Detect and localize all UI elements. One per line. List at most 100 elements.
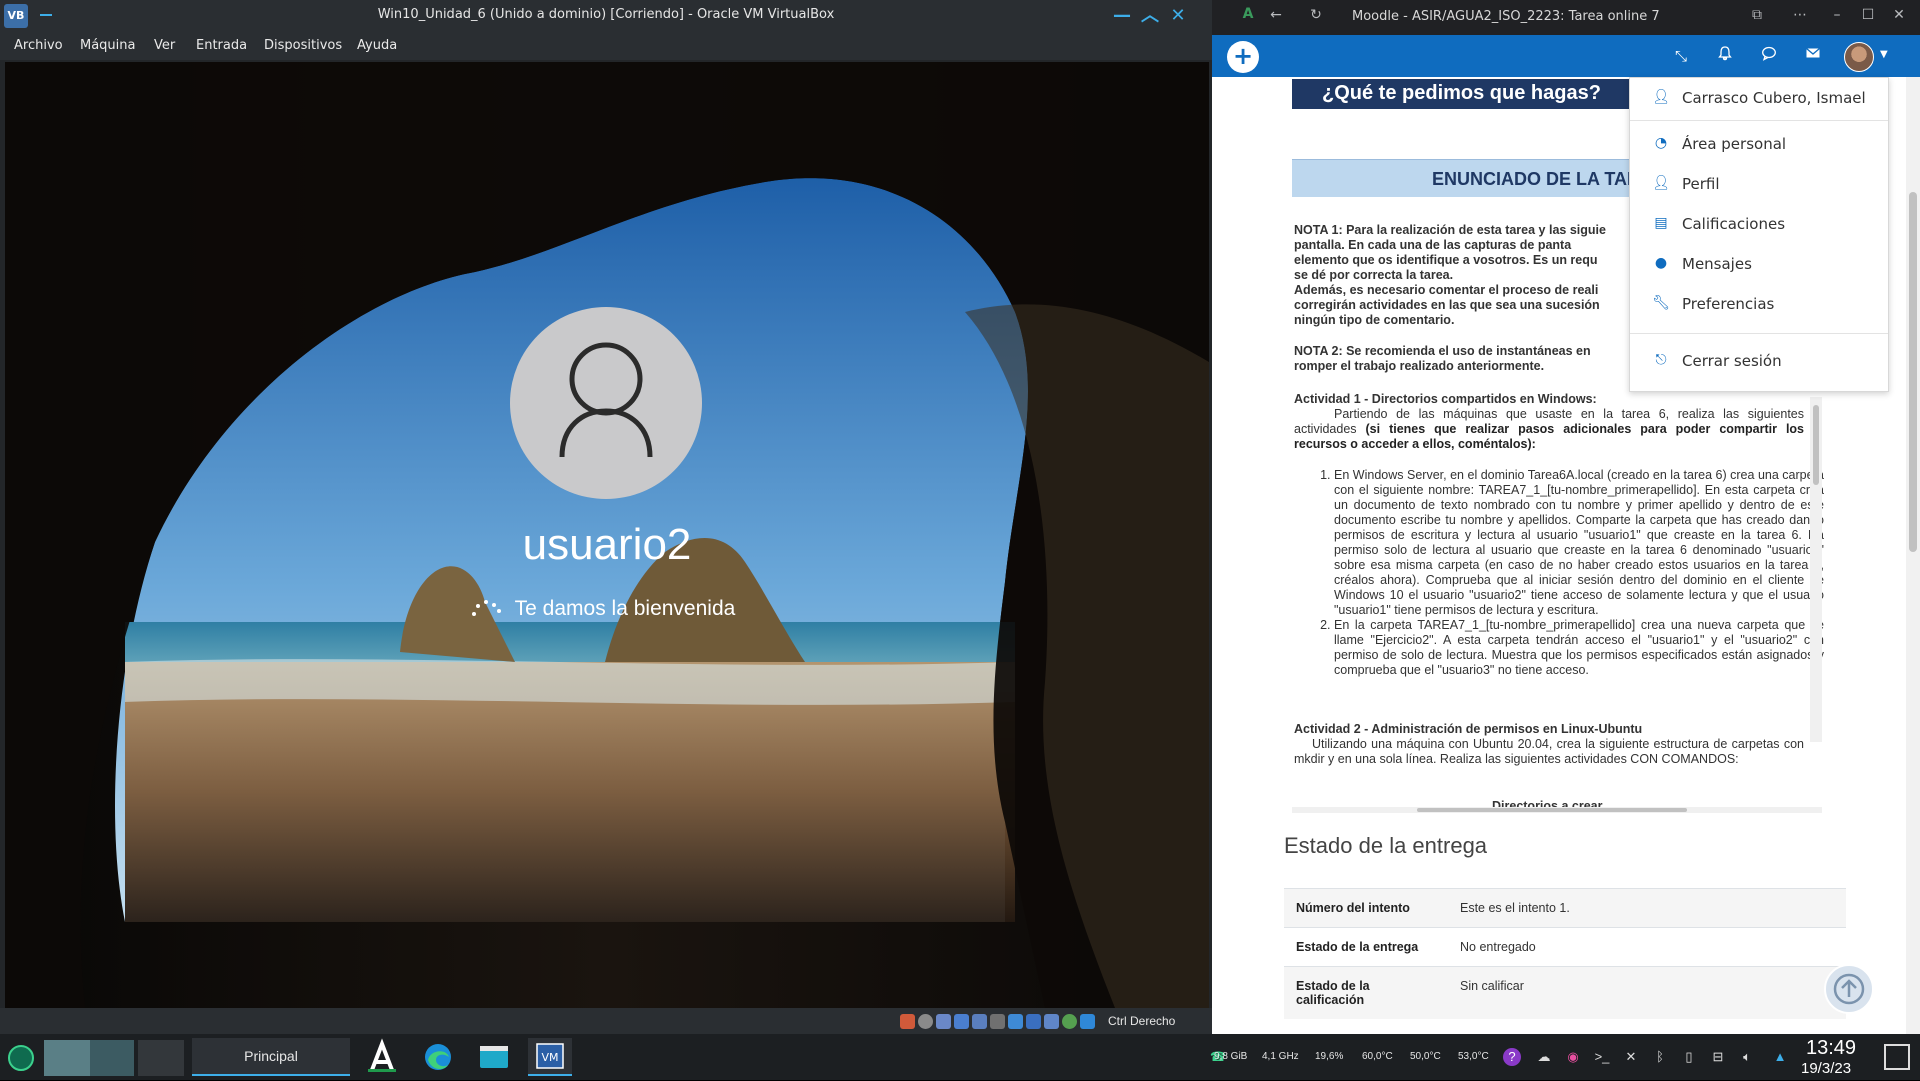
menu-item-area-personal[interactable]: ◔ Área personal: [1630, 129, 1888, 159]
taskbar-app-andalucia[interactable]: [360, 1038, 404, 1076]
taskbar-app-virtualbox[interactable]: VM: [528, 1038, 572, 1076]
application-launcher-icon[interactable]: [8, 1045, 34, 1071]
bluetooth-icon[interactable]: ᛒ: [1650, 1047, 1670, 1067]
temperature-1: 60,0°C: [1362, 1051, 1393, 1062]
menu-entrada[interactable]: Entrada: [196, 38, 247, 53]
vbox-window-title: Win10_Unidad_6 (Unido a dominio) [Corrie…: [377, 7, 835, 22]
menu-ver[interactable]: Ver: [154, 38, 175, 53]
clock-time[interactable]: 13:49: [1806, 1037, 1856, 1060]
user-avatar: [510, 307, 702, 499]
vm-display[interactable]: usuario2 Te damos la bienvenida: [5, 62, 1209, 1008]
activity1-list: En Windows Server, en el dominio Tarea6A…: [1312, 468, 1824, 678]
close-icon[interactable]: ✕: [1889, 7, 1909, 23]
kdeconnect-icon[interactable]: ✕: [1621, 1047, 1641, 1067]
add-block-button[interactable]: +: [1227, 41, 1259, 73]
minimize-icon[interactable]: –: [1827, 7, 1847, 23]
browser-titlebar[interactable]: A ← ↻ Moodle - ASIR/AGUA2_ISO_2223: Tare…: [1212, 0, 1920, 35]
folder-icon: [480, 1046, 508, 1068]
chat-bubble-icon: ●: [1654, 255, 1668, 271]
back-to-top-button[interactable]: [1824, 964, 1874, 1014]
memory-usage: 9,8 GiB: [1214, 1051, 1248, 1062]
table-row: Estado de la calificación Sin calificar: [1284, 966, 1846, 1019]
virtual-desktop-3[interactable]: [138, 1040, 184, 1076]
document-scrollbar[interactable]: [1810, 397, 1822, 742]
back-icon[interactable]: ←: [1266, 7, 1286, 23]
collapse-icon[interactable]: ⤡: [1670, 45, 1692, 67]
edge-browser-icon: [425, 1044, 451, 1070]
app-logo-icon: A: [1242, 6, 1254, 22]
vtx-icon[interactable]: [1044, 1014, 1059, 1029]
virtual-desktop-1[interactable]: [44, 1040, 90, 1076]
vm-statusbar: Ctrl Derecho: [0, 1008, 1212, 1034]
menu-item-calificaciones[interactable]: ▤ Calificaciones: [1630, 209, 1888, 239]
clipboard-icon[interactable]: ▯: [1679, 1047, 1699, 1067]
activity1-title: Actividad 1 - Directorios compartidos en…: [1294, 392, 1597, 406]
directories-table-caption: Directorios a crear: [1492, 799, 1603, 807]
menu-ayuda[interactable]: Ayuda: [357, 38, 397, 53]
chat-bubble-icon[interactable]: [1758, 45, 1780, 67]
temperature-2: 50,0°C: [1410, 1051, 1441, 1062]
chevron-up-icon[interactable]: ▲: [1770, 1047, 1790, 1067]
help-icon[interactable]: ?: [1503, 1048, 1521, 1066]
show-desktop-icon[interactable]: [1884, 1044, 1910, 1070]
table-row: Número del intento Este es el intento 1.: [1284, 888, 1846, 927]
clock-date[interactable]: 19/3/23: [1801, 1060, 1851, 1077]
recording-icon[interactable]: [1026, 1014, 1041, 1029]
logout-icon: ⎋: [1655, 352, 1667, 368]
taskbar-app-files[interactable]: [472, 1038, 516, 1076]
activity2-title: Actividad 2 - Administración de permisos…: [1294, 722, 1643, 736]
notifications-bell-icon[interactable]: [1714, 45, 1736, 67]
menu-item-cerrar-sesion[interactable]: ⎋ Cerrar sesión: [1630, 346, 1888, 376]
vm-device-icons: [900, 1014, 1095, 1029]
virtual-desktop-2[interactable]: [90, 1040, 134, 1076]
task-principal[interactable]: Principal: [192, 1038, 350, 1076]
user-silhouette-icon: [559, 342, 653, 458]
close-icon[interactable]: ✕: [1166, 4, 1190, 28]
network-icon[interactable]: ⊟: [1708, 1047, 1728, 1067]
minimize-icon[interactable]: —: [1110, 4, 1134, 28]
user-icon: 👤︎: [1652, 175, 1670, 191]
menu-archivo[interactable]: Archivo: [14, 38, 63, 53]
volume-icon[interactable]: 🔈︎: [1737, 1047, 1757, 1067]
maximize-icon[interactable]: ︿: [1138, 4, 1162, 28]
grades-book-icon: ▤: [1654, 215, 1668, 231]
browser-title: Moodle - ASIR/AGUA2_ISO_2223: Tarea onli…: [1352, 9, 1660, 24]
usb-icon[interactable]: [972, 1014, 987, 1029]
document-horizontal-scrollbar[interactable]: [1292, 807, 1822, 813]
audio-icon[interactable]: [936, 1014, 951, 1029]
cloud-icon[interactable]: ☁: [1534, 1047, 1554, 1067]
menu-item-mensajes[interactable]: ● Mensajes: [1630, 249, 1888, 279]
menu-item-perfil[interactable]: 👤︎ Perfil: [1630, 169, 1888, 199]
messages-envelope-icon[interactable]: [1802, 45, 1824, 67]
submission-status-title: Estado de la entrega: [1284, 833, 1488, 858]
more-options-icon[interactable]: ⋯: [1790, 7, 1810, 23]
cpu-usage: 19,6%: [1315, 1051, 1344, 1062]
terminal-icon[interactable]: >_: [1592, 1047, 1612, 1067]
display-icon[interactable]: [1008, 1014, 1023, 1029]
shared-folders-icon[interactable]: [990, 1014, 1005, 1029]
list-item: En Windows Server, en el dominio Tarea6A…: [1334, 468, 1824, 618]
user-name-item[interactable]: 👤︎ Carrasco Cubero, Ismael: [1630, 83, 1888, 113]
chevron-down-icon[interactable]: ▼: [1880, 49, 1888, 60]
taskbar-app-edge[interactable]: [416, 1038, 460, 1076]
vbox-menubar: Archivo Máquina Ver Entrada Dispositivos…: [0, 32, 1212, 60]
taskbar: Principal VM ☎ 9,8 GiB 4,1 GHz 19,6% 60,…: [0, 1034, 1920, 1080]
optical-drive-icon[interactable]: [918, 1014, 933, 1029]
harddisk-icon[interactable]: [900, 1014, 915, 1029]
guest-additions-icon[interactable]: [1062, 1014, 1077, 1029]
user-icon: 👤︎: [1652, 89, 1670, 105]
network-icon[interactable]: [954, 1014, 969, 1029]
install-app-icon[interactable]: ⧉: [1747, 7, 1767, 23]
color-picker-icon[interactable]: ◉: [1563, 1047, 1583, 1067]
user-avatar-button[interactable]: [1844, 42, 1874, 72]
reload-icon[interactable]: ↻: [1306, 7, 1326, 23]
menu-dispositivos[interactable]: Dispositivos: [264, 38, 342, 53]
vbox-titlebar[interactable]: VB Win10_Unidad_6 (Unido a dominio) [Cor…: [0, 0, 1212, 32]
menu-item-preferencias[interactable]: 🔧︎ Preferencias: [1630, 289, 1888, 319]
mouse-integration-icon[interactable]: [1080, 1014, 1095, 1029]
menu-maquina[interactable]: Máquina: [80, 38, 136, 53]
virtualbox-icon: VM: [536, 1043, 564, 1069]
wrench-icon: 🔧︎: [1652, 295, 1670, 311]
maximize-icon[interactable]: ☐: [1858, 7, 1878, 23]
page-scrollbar[interactable]: [1906, 77, 1920, 1034]
